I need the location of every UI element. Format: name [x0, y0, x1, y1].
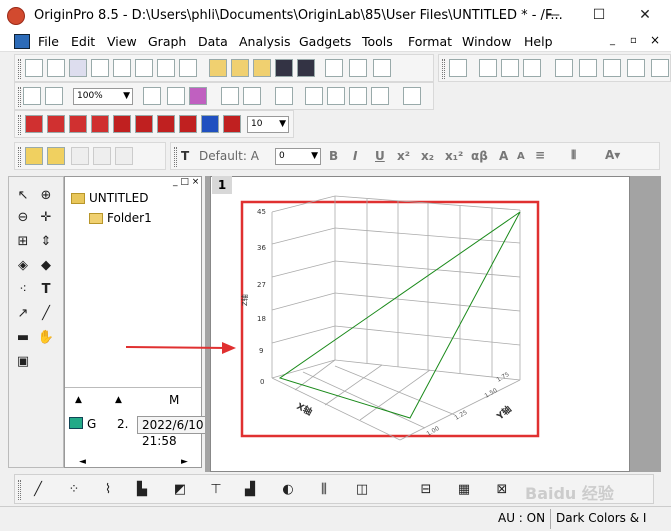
status-bar: AU : ON Dark Colors & I: [0, 506, 671, 531]
column-plot-icon[interactable]: ▙: [133, 481, 151, 499]
series-line: [278, 211, 521, 419]
area-plot-icon[interactable]: ◩: [171, 481, 189, 499]
z-tick-36: 36: [257, 244, 266, 252]
template-icon[interactable]: ⊟: [417, 481, 435, 499]
pointer-arrow: [125, 346, 229, 349]
z-tick-18: 18: [257, 315, 266, 323]
baidu-watermark: Baidu 经验: [525, 484, 614, 503]
scatter-plot-icon[interactable]: ⁘: [65, 481, 83, 499]
x-axis-label: X轴: [295, 400, 315, 418]
stock-plot-icon[interactable]: ⫼: [315, 481, 333, 499]
theme-status: Dark Colors & I: [556, 511, 647, 525]
polar-plot-icon[interactable]: ◐: [279, 481, 297, 499]
arrowhead: [222, 342, 236, 354]
z-tick-9: 9: [259, 347, 263, 355]
histogram-icon[interactable]: ▟: [241, 481, 259, 499]
y-axis-label: Y轴: [493, 403, 513, 423]
depth-tick-2: 1.50: [484, 387, 499, 400]
merge-icon[interactable]: ▦: [455, 481, 473, 499]
extract-icon[interactable]: ⊠: [493, 481, 511, 499]
z-axis-label: Z轴: [240, 294, 249, 306]
line-plot-icon[interactable]: ╱: [29, 481, 47, 499]
plot-toolbar: ╱ ⁘ ⌇ ▙ ◩ ⊤ ▟ ◐ ⫼ ◫ ⊟ ▦ ⊠ Baidu 经验: [14, 474, 654, 504]
depth-tick-3: 1.25: [454, 409, 469, 422]
z-tick-45: 45: [257, 208, 266, 216]
z-tick-0: 0: [260, 378, 264, 386]
z-tick-27: 27: [257, 281, 266, 289]
line-symbol-plot-icon[interactable]: ⌇: [99, 481, 117, 499]
depth-tick-1: 1.75: [496, 371, 511, 384]
graph-svg: 45 36 27 18 9 0 Z轴 X轴 Y轴 1.75 1.50 1.25 …: [125, 195, 540, 441]
boxplot-icon[interactable]: ⊤: [207, 481, 225, 499]
autoupdate-status: AU : ON: [498, 511, 546, 525]
3d-frame: [271, 195, 521, 441]
highlight-frame: [240, 200, 540, 438]
3d-plot-icon[interactable]: ◫: [353, 481, 371, 499]
